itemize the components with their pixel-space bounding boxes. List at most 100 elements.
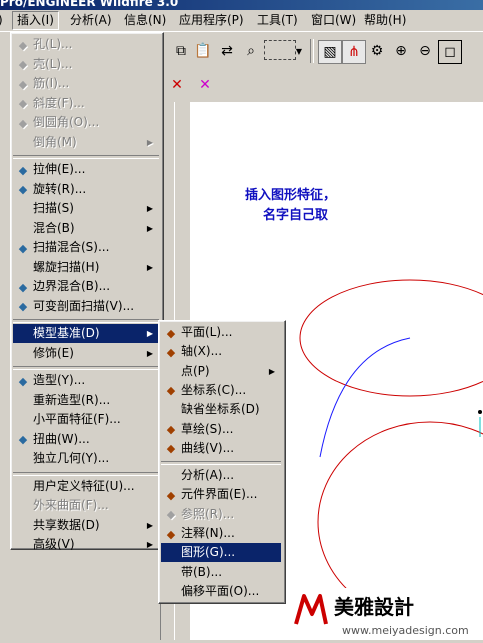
insert-menu-item[interactable]: 外来曲面(F)... [13, 496, 159, 515]
datum-menu-item-label: 点(P) [181, 363, 210, 378]
dimension-delete-icon[interactable]: ✕ [166, 74, 188, 96]
insert-menu-item[interactable]: 共享数据(D) ▶ [13, 516, 159, 535]
title-bar: Pro/ENGINEER Wildfire 3.0 [0, 0, 483, 10]
datum-menu-item-label: 缺省坐标系(D) [181, 402, 260, 417]
submenu-arrow-icon: ▶ [146, 262, 153, 272]
datum-menu-item[interactable]: 点(P) ▶ [161, 362, 281, 381]
datum-menu-item-label: 带(B)... [181, 564, 223, 579]
insert-menu-item[interactable]: ◆ 倒圆角(O)... [13, 113, 159, 132]
style-icon: ◆ [18, 374, 28, 388]
submenu-arrow-icon: ▶ [146, 540, 153, 549]
datum-menu-item[interactable]: 带(B)... [161, 563, 281, 582]
revolve-icon: ◆ [18, 183, 28, 196]
datum-menu-item-label: 偏移平面(O)... [181, 583, 260, 598]
insert-menu-item[interactable]: 高级(V) ▶ [13, 535, 159, 554]
copy-icon[interactable]: ⧉ [170, 40, 192, 62]
insert-menu-item[interactable]: 小平面特征(F)... [13, 410, 159, 429]
insert-menu-item[interactable]: ◆ 扫描混合(S)... [13, 238, 159, 257]
insert-menu-item-label: 扭曲(W)... [33, 431, 90, 446]
insert-menu: ◆ 孔(L)... ◆ 壳(L)... ◆ 筋(I)... ◆ 斜度(F)... ◆ 倒圆角(O)… [10, 32, 164, 551]
paste-icon[interactable]: 📋 [192, 40, 214, 62]
sketch-view-icon[interactable]: ▧ [318, 40, 342, 64]
insert-menu-item-label: 倒圆角(O)... [33, 115, 100, 129]
datum-menu-item[interactable]: 偏移平面(O)... [161, 582, 281, 601]
datum-menu-item[interactable]: ◆ 曲线(V)... [161, 439, 281, 458]
datum-menu-item[interactable]: ◆ 元件界面(E)... [161, 485, 281, 504]
insert-menu-item-label: 共享数据(D) [33, 517, 100, 532]
refit-icon[interactable]: ◻ [438, 40, 462, 64]
menu-analysis[interactable]: 分析(A) [66, 12, 116, 29]
selection-box-icon[interactable] [264, 40, 296, 60]
menu-insert[interactable]: 插入(I) [12, 11, 59, 30]
rib-icon: ◆ [18, 77, 28, 91]
menu-separator [13, 155, 159, 159]
window-title: Pro/ENGINEER Wildfire 3.0 [0, 0, 179, 9]
insert-menu-item[interactable]: 独立几何(Y)... [13, 449, 159, 468]
submenu-arrow-icon: ▶ [268, 366, 275, 376]
menu-bar: ) 插入(I) 分析(A) 信息(N) 应用程序(P) 工具(T) 窗口(W) … [0, 10, 483, 32]
insert-menu-item[interactable]: 用户定义特征(U)... [13, 477, 159, 496]
regenerate-icon[interactable]: ⇄ [216, 40, 238, 62]
insert-menu-item[interactable]: ◆ 筋(I)... [13, 74, 159, 93]
insert-menu-item[interactable]: 混合(B) ▶ [13, 219, 159, 238]
menu-applications[interactable]: 应用程序(P) [175, 12, 248, 29]
insert-menu-item[interactable]: ◆ 扭曲(W)... [13, 430, 159, 449]
insert-menu-item-label: 扫描混合(S)... [33, 240, 110, 254]
insert-menu-item[interactable]: ◆ 边界混合(B)... [13, 277, 159, 296]
note-icon: ◆ [166, 527, 176, 541]
curve-delete-icon[interactable]: ✕ [194, 74, 216, 96]
menu-prev-icon[interactable]: ) [0, 12, 7, 29]
insert-menu-item[interactable]: ◆ 拉伸(E)... [13, 160, 159, 179]
datum-menu-item[interactable]: 缺省坐标系(D) [161, 400, 281, 419]
menu-separator [161, 461, 281, 466]
insert-menu-item[interactable]: 扫描(S) ▶ [13, 199, 159, 218]
menu-info[interactable]: 信息(N) [120, 12, 170, 29]
find-icon[interactable]: ⌕ [240, 40, 262, 62]
insert-menu-item[interactable]: ◆ 可变剖面扫描(V)... [13, 297, 159, 316]
menu-window[interactable]: 窗口(W) [307, 12, 360, 29]
shell-icon: ◆ [18, 58, 28, 71]
insert-menu-item-label: 重新造型(R)... [33, 392, 111, 407]
insert-menu-item[interactable]: ◆ 孔(L)... [13, 35, 159, 54]
insert-menu-item-label: 高级(V) [33, 537, 75, 551]
axis-icon: ◆ [166, 345, 176, 359]
submenu-arrow-icon: ▶ [146, 329, 153, 338]
datum-menu-item[interactable]: ◆ 坐标系(C)... [161, 381, 281, 400]
upper-ellipse-curve [299, 279, 483, 397]
spin-center-icon[interactable]: ⋔ [342, 40, 366, 64]
insert-menu-item[interactable]: ◆ 造型(Y)... [13, 371, 159, 390]
toolbar-secondary: ✕ ✕ [160, 70, 220, 102]
insert-menu-item[interactable]: 螺旋扫描(H) ▶ [13, 258, 159, 277]
insert-menu-item[interactable]: 模型基准(D) ▶ [13, 324, 159, 343]
datum-point [478, 410, 482, 414]
insert-menu-item[interactable]: ◆ 旋转(R)... [13, 180, 159, 199]
extrude-icon: ◆ [18, 163, 28, 177]
insert-menu-item-label: 可变剖面扫描(V)... [33, 298, 135, 313]
insert-menu-item[interactable]: 修饰(E) ▶ [13, 344, 159, 363]
insert-menu-item[interactable]: 倒角(M) ▶ [13, 133, 159, 152]
chevron-down-icon[interactable]: ▼ [294, 40, 304, 62]
orient-icon[interactable]: ⚙ [366, 40, 388, 62]
datum-menu-item[interactable]: 分析(A)... [161, 466, 281, 485]
menu-separator [13, 366, 159, 370]
menu-separator [13, 319, 159, 323]
insert-menu-item[interactable]: ◆ 壳(L)... [13, 55, 159, 74]
datum-menu-item[interactable]: ◆ 注释(N)... [161, 524, 281, 543]
menu-help[interactable]: 帮助(H) [360, 12, 410, 29]
datum-menu-item[interactable]: ◆ 平面(L)... [161, 323, 281, 342]
zoom-out-icon[interactable]: ⊖ [414, 40, 436, 62]
menu-tools[interactable]: 工具(T) [253, 12, 302, 29]
connecting-curve [319, 337, 411, 458]
insert-menu-item-label: 混合(B) [33, 220, 75, 235]
datum-menu-item[interactable]: 图形(G)... [161, 543, 281, 563]
datum-menu-item[interactable]: ◆ 参照(R)... [161, 505, 281, 524]
insert-menu-item[interactable]: ◆ 斜度(F)... [13, 94, 159, 113]
zoom-in-icon[interactable]: ⊕ [390, 40, 412, 62]
datum-menu-item[interactable]: ◆ 轴(X)... [161, 342, 281, 361]
datum-menu-item-label: 注释(N)... [181, 526, 235, 540]
draft-icon: ◆ [18, 97, 28, 110]
sketch-icon: ◆ [166, 423, 176, 436]
insert-menu-item[interactable]: 重新造型(R)... [13, 391, 159, 410]
datum-menu-item[interactable]: ◆ 草绘(S)... [161, 420, 281, 439]
insert-menu-item-label: 拉伸(E)... [33, 162, 86, 176]
